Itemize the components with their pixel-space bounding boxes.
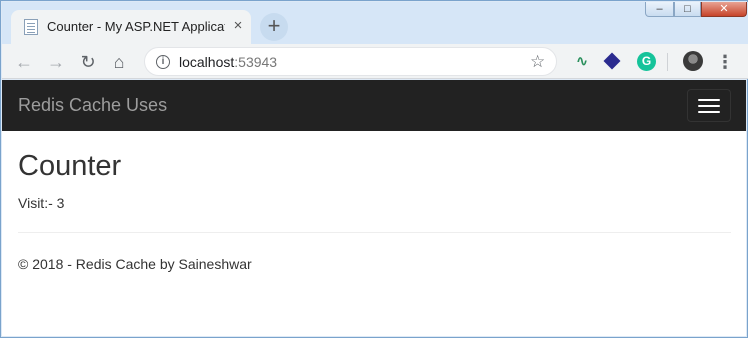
navbar-toggle-button[interactable]: [687, 89, 731, 122]
page-viewport: Redis Cache Uses Counter Visit:- 3 © 201…: [2, 80, 746, 336]
url-host: localhost: [179, 54, 235, 70]
back-arrow-icon[interactable]: ←: [12, 50, 36, 74]
site-navbar: Redis Cache Uses: [2, 80, 746, 131]
browser-toolbar: ← → ↻ ⌂ i localhost:53943 ☆ ∿ G ⋮: [2, 44, 748, 79]
extension-pulse-icon[interactable]: ∿: [572, 52, 592, 72]
toolbar-separator: [667, 53, 668, 71]
url-port: :53943: [234, 54, 278, 70]
close-window-button[interactable]: ✕: [701, 2, 747, 17]
address-bar[interactable]: i localhost:53943 ☆: [144, 47, 557, 76]
browser-window: Counter - My ASP.NET Applicatic × + – □ …: [0, 0, 748, 338]
footer-divider: [18, 232, 731, 233]
profile-avatar-icon[interactable]: [683, 51, 703, 71]
navbar-brand[interactable]: Redis Cache Uses: [18, 95, 167, 116]
forward-arrow-icon[interactable]: →: [44, 50, 68, 74]
hamburger-bar-icon: [698, 99, 720, 101]
hamburger-bar-icon: [698, 111, 720, 113]
bookmark-star-icon[interactable]: ☆: [530, 52, 545, 72]
tab-close-icon[interactable]: ×: [230, 18, 246, 34]
footer-copyright: © 2018 - Redis Cache by Saineshwar: [18, 256, 252, 272]
maximize-button[interactable]: □: [674, 2, 701, 17]
browser-tab[interactable]: Counter - My ASP.NET Applicatic ×: [11, 10, 251, 45]
home-icon[interactable]: ⌂: [107, 50, 131, 74]
extension-layers-icon[interactable]: [603, 52, 623, 72]
tab-strip: Counter - My ASP.NET Applicatic × + – □ …: [2, 2, 748, 45]
new-tab-button[interactable]: +: [260, 13, 288, 41]
visit-count-text: Visit:- 3: [18, 195, 65, 211]
page-favicon-icon: [24, 19, 38, 35]
close-icon: ✕: [719, 3, 729, 15]
tab-title: Counter - My ASP.NET Applicatic: [47, 19, 225, 34]
site-info-icon[interactable]: i: [156, 55, 170, 69]
grammarly-extension-icon[interactable]: G: [637, 52, 656, 71]
url-text[interactable]: localhost:53943: [179, 54, 277, 70]
reload-icon[interactable]: ↻: [76, 50, 100, 74]
minimize-icon: –: [656, 3, 663, 15]
browser-menu-icon[interactable]: ⋮: [716, 50, 734, 74]
maximize-icon: □: [684, 3, 691, 15]
minimize-button[interactable]: –: [645, 2, 674, 17]
page-title: Counter: [18, 150, 122, 182]
hamburger-bar-icon: [698, 105, 720, 107]
